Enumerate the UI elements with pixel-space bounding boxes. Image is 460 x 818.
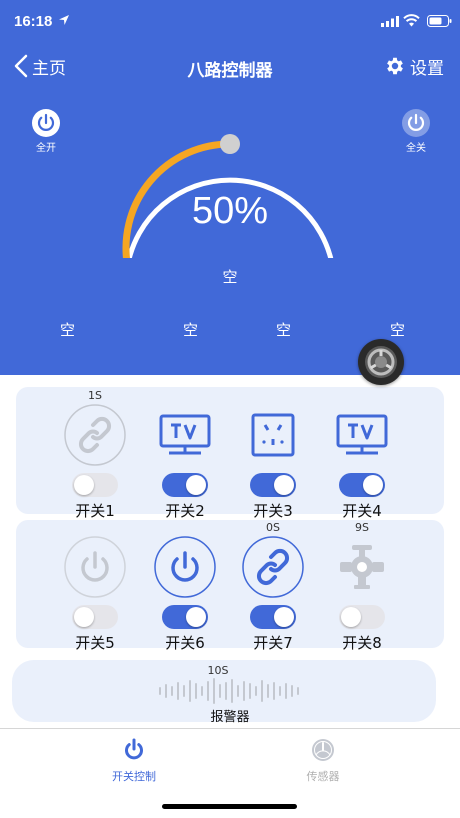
status-time: 16:18: [14, 13, 53, 30]
outlet-icon: [251, 413, 295, 457]
assistive-touch-icon: [365, 346, 397, 378]
sound-wave-icon[interactable]: [156, 676, 304, 706]
switch-6-icon-button[interactable]: [153, 535, 217, 599]
tab-switch-control[interactable]: 开关控制: [74, 737, 194, 784]
tab-sensor[interactable]: 传感器: [263, 737, 383, 784]
switch-1-icon-button[interactable]: [63, 403, 127, 467]
switch-7-toggle[interactable]: [250, 605, 296, 629]
location-arrow-icon: [59, 15, 69, 25]
power-icon: [125, 738, 143, 760]
switch-4-label: 开关4: [342, 502, 382, 520]
switch-1-label: 开关1: [75, 502, 115, 520]
gauge-percent: 50%: [191, 190, 269, 232]
power-icon: [64, 536, 126, 598]
signal-icon: [381, 16, 399, 27]
slot-label-3: 空: [276, 321, 292, 339]
slot-label-2: 空: [183, 321, 199, 339]
home-indicator: [162, 804, 297, 809]
switch-2: 开关2: [140, 389, 230, 521]
link-icon: [64, 404, 126, 466]
alarm-label: 报警器: [210, 710, 250, 725]
switch-7-label: 开关7: [253, 634, 293, 652]
switch-3-toggle[interactable]: [250, 473, 296, 497]
power-icon: [402, 109, 430, 137]
switch-5-toggle[interactable]: [72, 605, 118, 629]
battery-icon: [427, 15, 452, 27]
switch-8: 9S 开关8: [317, 521, 407, 653]
tv-icon: [336, 414, 388, 455]
status-bar: 16:18: [0, 0, 460, 44]
toggle-knob: [74, 607, 94, 627]
toggle-knob: [363, 475, 383, 495]
switch-6: 开关6: [140, 521, 230, 653]
switch-4: 开关4: [317, 389, 407, 521]
switch-1-timer: 1S: [88, 389, 102, 402]
switch-8-icon-button[interactable]: [330, 535, 394, 599]
switch-5-icon-button[interactable]: [63, 535, 127, 599]
switch-3-label: 开关3: [253, 502, 293, 520]
settings-label: 设置: [410, 58, 444, 79]
switch-7-timer: 0S: [266, 521, 280, 534]
gauge-icon: [312, 739, 334, 761]
all-off-button[interactable]: 全关: [396, 108, 436, 154]
toggle-knob: [274, 607, 294, 627]
toggle-knob: [274, 475, 294, 495]
switch-6-label: 开关6: [165, 634, 205, 652]
slot-label-4: 空: [390, 321, 406, 339]
gauge-handle[interactable]: [220, 134, 240, 154]
switch-8-timer: 9S: [355, 521, 369, 534]
switch-7-icon-button[interactable]: [241, 535, 305, 599]
switch-5-label: 开关5: [75, 634, 115, 652]
switch-4-toggle[interactable]: [339, 473, 385, 497]
power-icon: [32, 109, 60, 137]
switch-3: 开关3: [228, 389, 318, 521]
header-panel: 16:18 主页 八路控制器 设置 全开 全关 50% 空 空 空 空 空: [0, 0, 460, 375]
gauge-center-label: 空: [222, 268, 238, 286]
switch-5: 开关5: [50, 521, 140, 653]
link-icon: [242, 536, 304, 598]
all-on-button[interactable]: 全开: [26, 108, 66, 154]
switch-2-icon-button[interactable]: [153, 403, 217, 467]
tab-sensor-label: 传感器: [306, 770, 340, 783]
power-icon: [154, 536, 216, 598]
toggle-knob: [341, 607, 361, 627]
toggle-knob: [186, 607, 206, 627]
switch-1: 1S 开关1: [50, 389, 140, 521]
switch-8-toggle[interactable]: [339, 605, 385, 629]
all-on-label: 全开: [36, 143, 56, 154]
switch-3-icon-button[interactable]: [241, 403, 305, 467]
switch-4-icon-button[interactable]: [330, 403, 394, 467]
switch-1-toggle[interactable]: [72, 473, 118, 497]
switch-2-label: 开关2: [165, 502, 205, 520]
toggle-knob: [186, 475, 206, 495]
wifi-icon: [403, 14, 420, 27]
valve-icon: [340, 545, 384, 589]
settings-button[interactable]: 设置: [384, 52, 444, 80]
toggle-knob: [74, 475, 94, 495]
switch-7: 0S 开关7: [228, 521, 318, 653]
slot-label-1: 空: [60, 321, 76, 339]
all-off-label: 全关: [406, 143, 426, 154]
switch-6-toggle[interactable]: [162, 605, 208, 629]
switch-2-toggle[interactable]: [162, 473, 208, 497]
tv-icon: [159, 414, 211, 455]
assistive-touch-button[interactable]: [358, 339, 404, 385]
tab-switch-control-label: 开关控制: [112, 770, 156, 783]
gear-icon: [387, 57, 403, 75]
switch-8-label: 开关8: [342, 634, 382, 652]
